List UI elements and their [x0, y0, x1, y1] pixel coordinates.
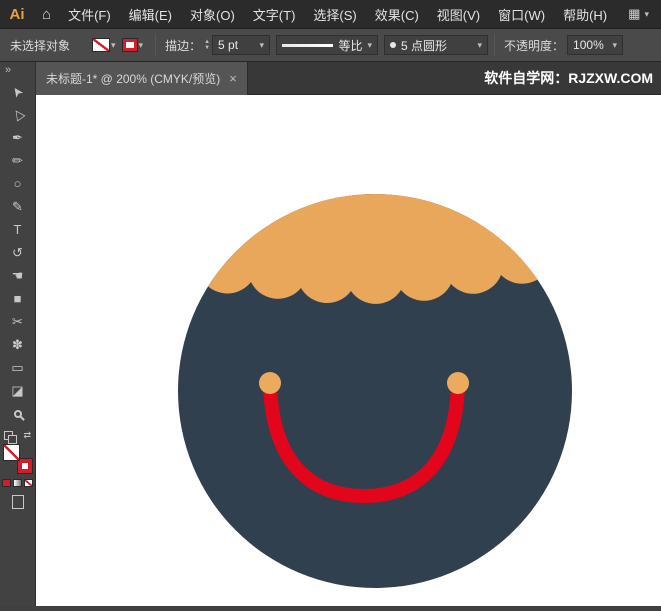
profile-label: 等比	[338, 37, 362, 54]
collapse-panel-icon[interactable]: »	[0, 62, 35, 78]
paintbrush-tool[interactable]: ✏	[6, 149, 30, 172]
close-icon[interactable]: ×	[229, 71, 237, 86]
document-title: 未标题-1* @ 200% (CMYK/预览)	[46, 70, 220, 87]
fill-none-swatch-icon	[92, 38, 110, 52]
zoom-tool[interactable]	[6, 402, 30, 425]
document-tab[interactable]: 未标题-1* @ 200% (CMYK/预览) ×	[36, 62, 248, 95]
rotate-tool[interactable]: ↺	[6, 241, 30, 264]
control-bar: 未选择对象 ▾ ▾ 描边： ▲ ▼ 5 pt ▾ 等比 ▾ 5 点圆形 ▾ 不透…	[0, 29, 661, 62]
app-logo: Ai	[0, 6, 34, 23]
workspace-switcher[interactable]: ▦ ▾	[616, 6, 661, 22]
pen-tool[interactable]: ✒	[6, 126, 30, 149]
workspace-icon: ▦	[628, 6, 640, 22]
stroke-weight-value: 5 pt	[218, 38, 254, 52]
scissors-tool[interactable]: ✂	[6, 310, 30, 333]
stepper-down-icon[interactable]: ▼	[204, 45, 210, 51]
rectangle-tool[interactable]: ■	[6, 287, 30, 310]
zoom-tool-icon	[14, 410, 22, 418]
selection-tool[interactable]: ➤	[6, 80, 30, 103]
pencil-tool[interactable]: ✎	[6, 195, 30, 218]
fill-stroke-indicator	[3, 444, 33, 474]
chevron-down-icon: ▾	[478, 40, 483, 51]
chevron-down-icon: ▾	[260, 40, 265, 51]
document-tab-bar: 未标题-1* @ 200% (CMYK/预览) × 软件自学网：RJZXW.CO…	[36, 62, 661, 95]
selection-tool-icon: ➤	[8, 82, 27, 100]
brush-name: 5 点圆形	[401, 37, 472, 54]
artwork-svg	[36, 95, 661, 606]
color-mode-row	[0, 479, 35, 487]
eraser-tool[interactable]: ▭	[6, 356, 30, 379]
brush-preview-icon	[390, 42, 396, 48]
swatch-shortcuts: ⇄	[0, 425, 35, 440]
blob-brush-tool[interactable]: ✽	[6, 333, 30, 356]
stroke-profile-preview	[282, 44, 333, 47]
selection-status: 未选择对象	[0, 37, 92, 54]
smile-dot-left[interactable]	[259, 372, 281, 394]
chevron-down-icon: ▾	[613, 40, 618, 51]
direct-selection-tool[interactable]: ▷	[6, 103, 30, 126]
tool-list: ➤ ▷ ✒ ✏ ○ ✎ T ↺ ☚ ■ ✂ ✽ ▭ ◪	[0, 78, 35, 425]
menu-edit[interactable]: 编辑(E)	[120, 0, 181, 29]
type-tool-icon: T	[14, 222, 22, 237]
ellipse-tool-icon: ○	[14, 176, 22, 191]
fill-color-control[interactable]: ▾	[92, 38, 116, 52]
stroke-weight-label: 描边：	[165, 37, 201, 54]
swap-fill-stroke-icon[interactable]: ⇄	[23, 431, 31, 440]
rectangle-tool-icon: ■	[14, 291, 22, 306]
opacity-value: 100%	[573, 38, 607, 52]
stroke-color-control[interactable]: ▾	[122, 38, 144, 52]
menu-select[interactable]: 选择(S)	[304, 0, 365, 29]
smile-dot-right[interactable]	[447, 372, 469, 394]
chevron-down-icon: ▾	[111, 40, 116, 51]
menu-window[interactable]: 窗口(W)	[489, 0, 554, 29]
blob-brush-tool-icon: ✽	[12, 337, 23, 353]
gradient-mode-icon[interactable]	[13, 479, 22, 487]
artboard-canvas[interactable]	[36, 95, 661, 606]
menu-effect[interactable]: 效果(C)	[366, 0, 428, 29]
scissors-tool-icon: ✂	[12, 314, 23, 330]
width-profile-dropdown[interactable]: 等比 ▾	[276, 35, 378, 55]
stroke-weight-stepper[interactable]: ▲ ▼	[204, 39, 210, 51]
stroke-color-swatch-icon	[122, 38, 138, 52]
menu-view[interactable]: 视图(V)	[428, 0, 489, 29]
paintbrush-tool-icon: ✏	[12, 153, 23, 169]
watermark-text: 软件自学网：RJZXW.COM	[484, 68, 661, 88]
separator	[494, 34, 495, 56]
chevron-down-icon: ▾	[644, 9, 649, 20]
type-tool[interactable]: T	[6, 218, 30, 241]
pencil-tool-icon: ✎	[12, 199, 23, 215]
none-mode-icon[interactable]	[24, 479, 33, 487]
shape-tool[interactable]: ◪	[6, 379, 30, 402]
rotate-tool-icon: ↺	[12, 245, 23, 261]
menu-help[interactable]: 帮助(H)	[554, 0, 616, 29]
tools-panel: » ➤ ▷ ✒ ✏ ○ ✎ T ↺ ☚ ■ ✂ ✽ ▭ ◪ ⇄	[0, 62, 36, 606]
chevron-down-icon: ▾	[368, 40, 373, 51]
hand-tool-icon: ☚	[12, 268, 24, 284]
hand-tool[interactable]: ☚	[6, 264, 30, 287]
fill-swatch[interactable]	[3, 444, 20, 461]
home-icon[interactable]: ⌂	[34, 6, 59, 23]
opacity-label: 不透明度：	[504, 37, 564, 54]
pen-tool-icon: ✒	[12, 130, 23, 146]
draw-normal-mode-icon[interactable]	[12, 495, 24, 509]
chevron-down-icon: ▾	[139, 40, 144, 51]
eraser-tool-icon: ▭	[11, 360, 23, 376]
menu-bar: Ai ⌂ 文件(F) 编辑(E) 对象(O) 文字(T) 选择(S) 效果(C)…	[0, 0, 661, 29]
menu-type[interactable]: 文字(T)	[244, 0, 305, 29]
menu-object[interactable]: 对象(O)	[181, 0, 244, 29]
shape-tool-icon: ◪	[11, 383, 23, 399]
color-mode-icon[interactable]	[2, 479, 11, 487]
brush-definition-dropdown[interactable]: 5 点圆形 ▾	[384, 35, 488, 55]
default-fill-stroke-icon[interactable]	[4, 431, 13, 440]
direct-selection-tool-icon: ▷	[8, 106, 27, 123]
stroke-weight-dropdown[interactable]: 5 pt ▾	[212, 35, 270, 55]
menu-file[interactable]: 文件(F)	[59, 0, 120, 29]
hair-shape[interactable]	[176, 155, 576, 304]
separator	[155, 34, 156, 56]
ellipse-tool[interactable]: ○	[6, 172, 30, 195]
opacity-dropdown[interactable]: 100% ▾	[567, 35, 623, 55]
